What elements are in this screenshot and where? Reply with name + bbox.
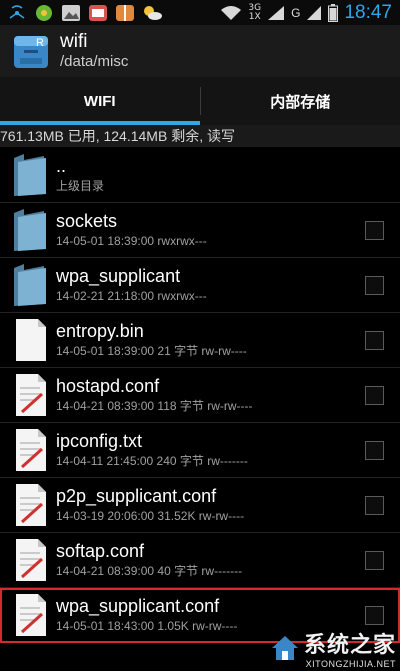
wifi-icon: [221, 5, 242, 20]
status-bar: 3G 1X G 18:47: [0, 0, 400, 25]
select-checkbox[interactable]: [365, 221, 384, 240]
file-name: ..: [56, 156, 67, 176]
file-name: wpa_supplicant.conf: [56, 596, 220, 616]
watermark-en: XITONGZHIJIA.NET: [305, 659, 396, 669]
file-meta: 14-02-21 21:18:00 rwxrwx---: [56, 289, 207, 303]
app-green-icon: [36, 4, 52, 21]
text-file-icon: [16, 594, 46, 636]
file-name: wpa_supplicant: [56, 266, 181, 286]
text-file-icon: [16, 539, 46, 581]
list-item-softap-conf[interactable]: softap.conf 14-04-21 08:39:00 40 字节 rw--…: [0, 533, 400, 588]
house-logo-icon: [271, 636, 298, 660]
battery-icon: [328, 3, 339, 22]
file-name: sockets: [56, 211, 118, 231]
signal-bars-icon-2: [307, 5, 322, 20]
action-bar: R wifi /data/misc: [0, 25, 400, 77]
notification-icons: [0, 4, 163, 22]
list-item-p2p-supplicant-conf[interactable]: p2p_supplicant.conf 14-03-19 20:06:00 31…: [0, 478, 400, 533]
system-status-icons: 3G 1X G 18:47: [220, 2, 400, 24]
file-meta: 14-05-01 18:39:00 rwxrwx---: [56, 234, 207, 248]
tab-wifi[interactable]: WIFI: [0, 77, 200, 125]
watermark: 系统之家 XITONGZHIJIA.NET: [270, 627, 396, 669]
signal-bars-icon: [268, 5, 285, 20]
tab-bar: WIFI 内部存储: [0, 77, 400, 125]
list-item-hostapd-conf[interactable]: hostapd.conf 14-04-21 08:39:00 118 字节 rw…: [0, 368, 400, 423]
gallery-icon: [62, 4, 80, 21]
network-type: 3G 1X: [248, 3, 261, 22]
tab-internal-storage[interactable]: 内部存储: [201, 77, 400, 125]
signal-type-label: G: [291, 5, 301, 20]
file-name: entropy.bin: [56, 321, 144, 341]
app-gift-icon: [116, 4, 134, 21]
list-item-entropy-bin[interactable]: entropy.bin 14-05-01 18:39:00 21 字节 rw-r…: [0, 313, 400, 368]
page-title: wifi: [60, 31, 88, 52]
select-checkbox[interactable]: [365, 386, 384, 405]
watermark-cn: 系统之家: [303, 633, 396, 658]
wifi-signal-icon: [9, 4, 25, 19]
folder-icon: [14, 209, 46, 251]
list-item-ipconfig-txt[interactable]: ipconfig.txt 14-04-11 21:45:00 240 字节 rw…: [0, 423, 400, 478]
list-item-parent-dir[interactable]: .. 上级目录: [0, 148, 400, 203]
file-name: ipconfig.txt: [56, 431, 143, 451]
select-checkbox[interactable]: [365, 496, 384, 515]
file-meta: 上级目录: [56, 179, 105, 193]
current-path: /data/misc: [60, 53, 129, 70]
svg-text:R: R: [36, 37, 44, 49]
list-item-wpa-supplicant-folder[interactable]: wpa_supplicant 14-02-21 21:18:00 rwxrwx-…: [0, 258, 400, 313]
select-checkbox[interactable]: [365, 551, 384, 570]
select-checkbox[interactable]: [365, 606, 384, 625]
file-meta: 14-04-11 21:45:00 240 字节 rw-------: [56, 454, 248, 468]
file-name: p2p_supplicant.conf: [56, 486, 217, 506]
file-meta: 14-04-21 08:39:00 118 字节 rw-rw----: [56, 399, 253, 413]
file-meta: 14-05-01 18:43:00 1.05K rw-rw----: [56, 619, 238, 633]
file-name: hostapd.conf: [56, 376, 160, 396]
folder-icon: [14, 154, 46, 196]
file-name: softap.conf: [56, 541, 145, 561]
file-meta: 14-03-19 20:06:00 31.52K rw-rw----: [56, 509, 245, 523]
list-item-sockets[interactable]: sockets 14-05-01 18:39:00 rwxrwx---: [0, 203, 400, 258]
text-file-icon: [16, 374, 46, 416]
text-file-icon: [16, 429, 46, 471]
app-mail-icon: [89, 4, 107, 21]
folder-icon: [14, 264, 46, 306]
network-type-bottom: 1X: [248, 11, 261, 22]
storage-info: 761.13MB 已用, 124.14MB 剩余, 读写: [0, 125, 400, 147]
file-list: .. 上级目录 sockets 14-05-01 18:39:00 rwxrwx…: [0, 148, 400, 643]
select-checkbox[interactable]: [365, 441, 384, 460]
weather-icon: [144, 5, 162, 20]
file-meta: 14-04-21 08:39:00 40 字节 rw-------: [56, 564, 243, 578]
select-checkbox[interactable]: [365, 331, 384, 350]
tab-wifi-label: WIFI: [83, 92, 116, 110]
text-file-icon: [16, 484, 46, 526]
clock: 18:47: [344, 1, 392, 23]
tab-internal-storage-label: 内部存储: [270, 93, 331, 111]
app-icon[interactable]: R: [12, 32, 50, 70]
file-meta: 14-05-01 18:39:00 21 字节 rw-rw----: [56, 344, 247, 358]
file-icon: [16, 319, 46, 361]
select-checkbox[interactable]: [365, 276, 384, 295]
